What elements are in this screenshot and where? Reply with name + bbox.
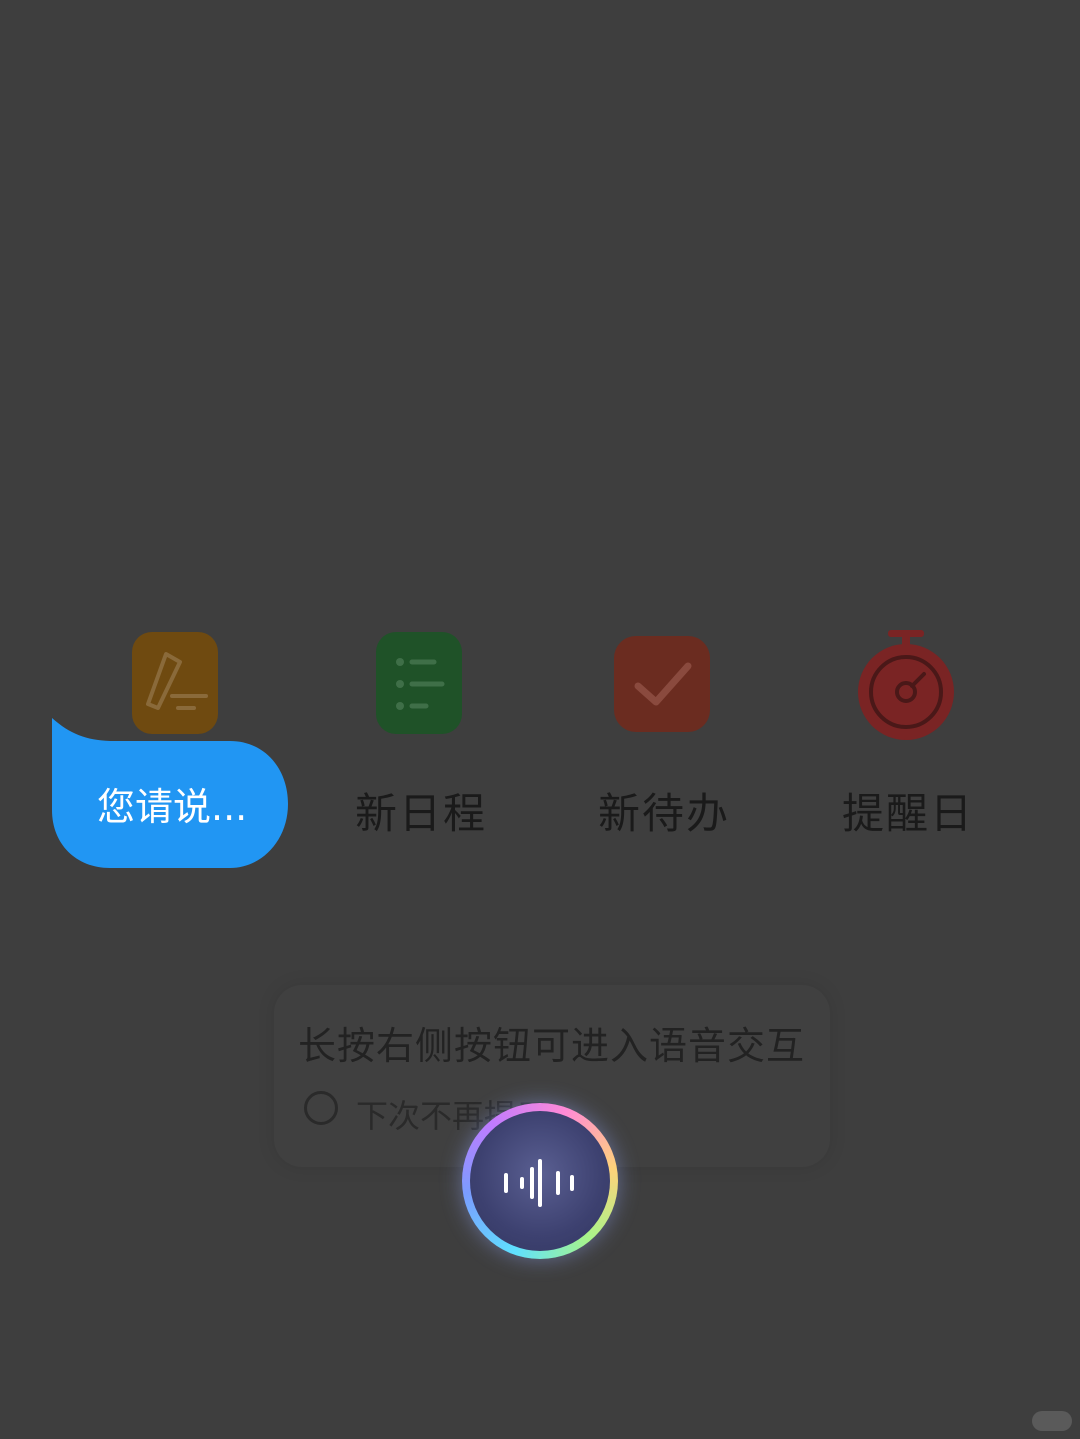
remind-label: 提醒日 (842, 789, 975, 838)
checkmark-icon (634, 662, 692, 706)
voice-prompt-bubble: 您请说... (50, 718, 290, 868)
screen: 新日程 新待办 提醒日 您请说... 长按右侧按钮可进入语音交互 下次不再提示 (0, 0, 1080, 1439)
stopwatch-icon (858, 630, 954, 740)
hint-title: 长按右侧按钮可进入语音交互 (298, 1024, 806, 1068)
dont-show-again-checkbox[interactable] (304, 1091, 338, 1125)
new-schedule-button[interactable] (376, 632, 462, 734)
todo-label: 新待办 (598, 789, 731, 838)
voice-assistant-button[interactable] (462, 1103, 618, 1259)
reminder-button[interactable] (850, 626, 962, 746)
bubble-text: 您请说... (97, 785, 248, 829)
watermark-badge (1032, 1411, 1072, 1431)
schedule-label: 新日程 (355, 789, 488, 838)
list-icon (396, 658, 445, 710)
voice-wave-icon (504, 1159, 574, 1207)
new-todo-button[interactable] (614, 636, 710, 732)
